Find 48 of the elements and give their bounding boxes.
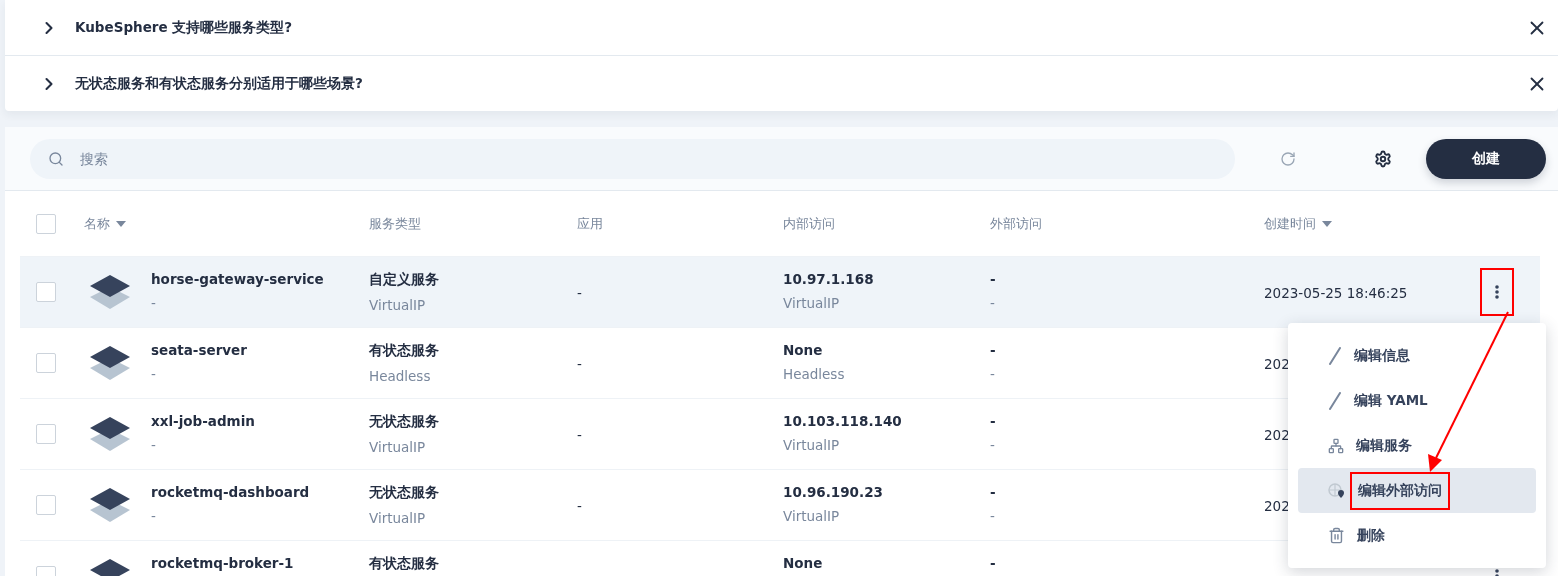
external-access-detail: - [990, 437, 996, 453]
internal-access-mode: VirtualIP [783, 508, 841, 524]
service-type: 有状态服务 [369, 555, 440, 573]
internal-access: 10.103.118.140 [783, 413, 903, 429]
faq-question: KubeSphere 支持哪些服务类型? [75, 18, 294, 37]
service-type-detail: VirtualIP [369, 297, 427, 313]
external-access: - [990, 413, 997, 429]
internal-access: None [783, 342, 824, 358]
created-time: 202 [1264, 498, 1291, 514]
internal-access-mode: VirtualIP [783, 295, 841, 311]
created-time: 2023-05-25 18:46:25 [1264, 285, 1409, 301]
internal-access-mode: VirtualIP [783, 437, 841, 453]
service-type: 无状态服务 [369, 484, 440, 502]
menu-item-label: 编辑服务 [1355, 435, 1413, 455]
internal-access: 10.97.1.168 [783, 271, 875, 287]
service-description: - [151, 437, 157, 453]
column-header: 应用 [577, 214, 604, 233]
service-type: 无状态服务 [369, 413, 440, 431]
faq-question: 无状态服务和有状态服务分别适用于哪些场景? [75, 74, 364, 93]
external-access: - [990, 484, 997, 500]
internal-access-mode: Headless [783, 366, 846, 382]
service-description: - [151, 508, 157, 524]
column-header: 内部访问 [783, 214, 836, 233]
created-time: 202 [1264, 427, 1291, 443]
service-type: 有状态服务 [369, 342, 440, 360]
external-access: - [990, 555, 997, 571]
menu-item-label: 编辑信息 [1353, 345, 1411, 365]
service-type-detail: VirtualIP [369, 510, 427, 526]
app-value: - [577, 356, 583, 372]
app-value: - [577, 498, 583, 514]
external-access: - [990, 271, 997, 287]
menu-item-label: 编辑外部访问 [1350, 471, 1450, 510]
app-value: - [577, 285, 583, 301]
internal-access: 10.96.190.23 [783, 484, 884, 500]
service-description: - [151, 295, 157, 311]
app-value: - [577, 427, 583, 443]
column-header: 外部访问 [990, 214, 1043, 233]
service-type-detail: VirtualIP [369, 439, 427, 455]
internal-access: None [783, 555, 824, 571]
created-time: 202 [1264, 356, 1291, 372]
column-header: 服务类型 [369, 214, 422, 233]
external-access: - [990, 342, 997, 358]
external-access-detail: - [990, 508, 996, 524]
service-type: 自定义服务 [369, 271, 440, 289]
external-access-detail: - [990, 366, 996, 382]
external-access-detail: - [990, 295, 996, 311]
service-description: - [151, 366, 157, 382]
service-type-detail: Headless [369, 368, 432, 384]
